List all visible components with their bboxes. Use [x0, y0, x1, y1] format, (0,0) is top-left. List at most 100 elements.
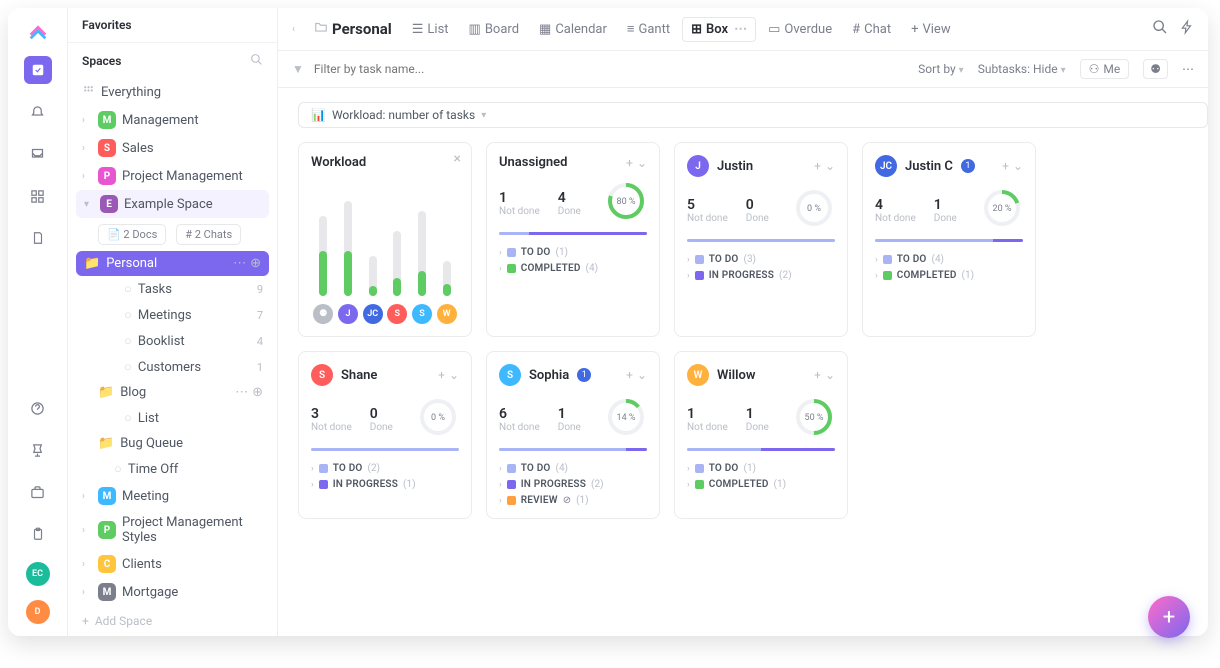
- rail-clipboard-icon[interactable]: [24, 520, 52, 548]
- me-button[interactable]: ⚇Me: [1080, 59, 1130, 79]
- status-row[interactable]: ›IN PROGRESS(2): [687, 270, 835, 281]
- status-row[interactable]: ›COMPLETED(4): [499, 263, 647, 274]
- sidebar-list-item[interactable]: ○Tasks9: [68, 276, 277, 302]
- add-view-button[interactable]: +View: [903, 18, 959, 41]
- sidebar-folder-personal[interactable]: 📁Personal⋯⊕: [76, 251, 269, 276]
- add-space-button[interactable]: +Add Space: [68, 606, 277, 636]
- filter-icon[interactable]: ▼: [292, 62, 304, 76]
- status-row[interactable]: ›TO DO(1): [499, 247, 647, 258]
- sidebar-space[interactable]: ›PProject Management Styles: [68, 510, 277, 550]
- sidebar-folder-blog[interactable]: 📁Blog⋯⊕: [68, 380, 277, 405]
- plus-icon[interactable]: +: [626, 368, 633, 382]
- status-row[interactable]: ›TO DO(3): [687, 254, 835, 265]
- more-icon[interactable]: ⋯: [235, 385, 248, 400]
- plus-icon[interactable]: +: [1002, 159, 1009, 173]
- collapse-icon[interactable]: ⌄: [637, 156, 647, 170]
- collapse-icon[interactable]: ⌄: [825, 159, 835, 173]
- status-row[interactable]: ›REVIEW ⊘(1): [499, 495, 647, 506]
- view-gantt[interactable]: ≡Gantt: [619, 17, 678, 41]
- sidebar-list-timeoff[interactable]: ○Time Off: [68, 456, 277, 482]
- status-row[interactable]: ›TO DO(4): [875, 254, 1023, 265]
- status-row[interactable]: ›COMPLETED(1): [687, 479, 835, 490]
- sidebar-folder-bugqueue[interactable]: 📁Bug Queue: [68, 431, 277, 456]
- sidebar-space[interactable]: ›PProject Management: [68, 162, 277, 190]
- view-board[interactable]: ▥Board: [461, 18, 528, 41]
- sortby-button[interactable]: Sort by ▾: [918, 62, 964, 76]
- rail-notifications-icon[interactable]: [24, 98, 52, 126]
- plus-icon[interactable]: +: [626, 156, 633, 170]
- view-list[interactable]: ☰List: [404, 18, 457, 41]
- plus-icon[interactable]: ⊕: [250, 256, 261, 271]
- avatar[interactable]: J: [687, 155, 709, 177]
- chats-pill[interactable]: # 2 Chats: [176, 224, 241, 245]
- search-icon[interactable]: [250, 53, 263, 69]
- rail-help-icon[interactable]: [24, 394, 52, 422]
- breadcrumb-title[interactable]: Personal: [306, 16, 400, 42]
- sidebar-list-item[interactable]: ○Customers1: [68, 354, 277, 380]
- sidebar-space[interactable]: ›MMeeting: [68, 482, 277, 510]
- view-box[interactable]: ⊞Box⋯: [682, 17, 756, 42]
- plus-icon[interactable]: +: [438, 368, 445, 382]
- filter-input[interactable]: [314, 62, 474, 76]
- collapse-icon[interactable]: ⌄: [1013, 159, 1023, 173]
- rail-inbox-icon[interactable]: [24, 140, 52, 168]
- search-icon[interactable]: [1152, 19, 1168, 39]
- rail-home-icon[interactable]: [24, 56, 52, 84]
- status-row[interactable]: ›IN PROGRESS(2): [499, 479, 647, 490]
- plus-icon[interactable]: +: [814, 368, 821, 382]
- status-row[interactable]: ›COMPLETED(1): [875, 270, 1023, 281]
- more-icon[interactable]: ⋯: [1182, 62, 1194, 76]
- app-logo[interactable]: [27, 20, 49, 42]
- rail-goals-icon[interactable]: [24, 436, 52, 464]
- space-name: Sales: [122, 141, 154, 156]
- sidebar-space[interactable]: ›MManagement: [68, 106, 277, 134]
- sidebar-space[interactable]: ›CClients: [68, 550, 277, 578]
- rail-dashboards-icon[interactable]: [24, 182, 52, 210]
- favorites-header[interactable]: Favorites: [68, 8, 277, 43]
- avatar[interactable]: S: [499, 364, 521, 386]
- workload-avatar[interactable]: J: [338, 304, 358, 324]
- sidebar-list-item[interactable]: ○Booklist4: [68, 328, 277, 354]
- assignees-button[interactable]: ⚉: [1143, 59, 1168, 79]
- workload-avatar[interactable]: S: [387, 304, 407, 324]
- close-icon[interactable]: ×: [454, 151, 461, 167]
- view-chat[interactable]: #Chat: [844, 18, 899, 41]
- workload-mode-pill[interactable]: 📊 Workload: number of tasks ▾: [298, 102, 1208, 128]
- collapse-icon[interactable]: ⌄: [449, 368, 459, 382]
- sidebar-everything[interactable]: Everything: [68, 79, 277, 106]
- sidebar-list-item[interactable]: ○Meetings7: [68, 302, 277, 328]
- status-row[interactable]: ›TO DO(2): [311, 463, 459, 474]
- sidebar-space[interactable]: ›MMortgage: [68, 578, 277, 606]
- status-color: [507, 496, 516, 505]
- sidebar-space[interactable]: ▾EExample Space: [76, 190, 269, 218]
- status-row[interactable]: ›TO DO(1): [687, 463, 835, 474]
- more-icon[interactable]: ⋯: [233, 256, 246, 271]
- docs-pill[interactable]: 📄 2 Docs: [98, 224, 166, 245]
- subtasks-button[interactable]: Subtasks: Hide ▾: [978, 62, 1066, 76]
- avatar[interactable]: S: [311, 364, 333, 386]
- plus-icon[interactable]: +: [814, 159, 821, 173]
- status-row[interactable]: ›IN PROGRESS(1): [311, 479, 459, 490]
- view-overdue[interactable]: ▭Overdue: [760, 18, 840, 41]
- collapse-sidebar-icon[interactable]: ‹: [292, 24, 302, 35]
- create-fab[interactable]: +: [1148, 596, 1190, 638]
- workload-avatar[interactable]: ⚉: [313, 304, 333, 324]
- workload-avatar[interactable]: JC: [363, 304, 383, 324]
- collapse-icon[interactable]: ⌄: [637, 368, 647, 382]
- avatar[interactable]: W: [687, 364, 709, 386]
- rail-work-icon[interactable]: [24, 478, 52, 506]
- sidebar-space[interactable]: ›SSales: [68, 134, 277, 162]
- workload-avatar[interactable]: S: [412, 304, 432, 324]
- workload-avatar[interactable]: W: [437, 304, 457, 324]
- collapse-icon[interactable]: ⌄: [825, 368, 835, 382]
- box-more-icon[interactable]: ⋯: [734, 22, 747, 37]
- rail-docs-icon[interactable]: [24, 224, 52, 252]
- rail-avatar-1[interactable]: EC: [26, 562, 50, 586]
- view-calendar[interactable]: ▦Calendar: [531, 18, 615, 41]
- plus-icon[interactable]: ⊕: [252, 385, 263, 400]
- status-row[interactable]: ›TO DO(4): [499, 463, 647, 474]
- avatar[interactable]: JC: [875, 155, 897, 177]
- sidebar-list-item[interactable]: ○List: [68, 405, 277, 431]
- rail-avatar-2[interactable]: D: [26, 600, 50, 624]
- bolt-icon[interactable]: [1180, 19, 1194, 39]
